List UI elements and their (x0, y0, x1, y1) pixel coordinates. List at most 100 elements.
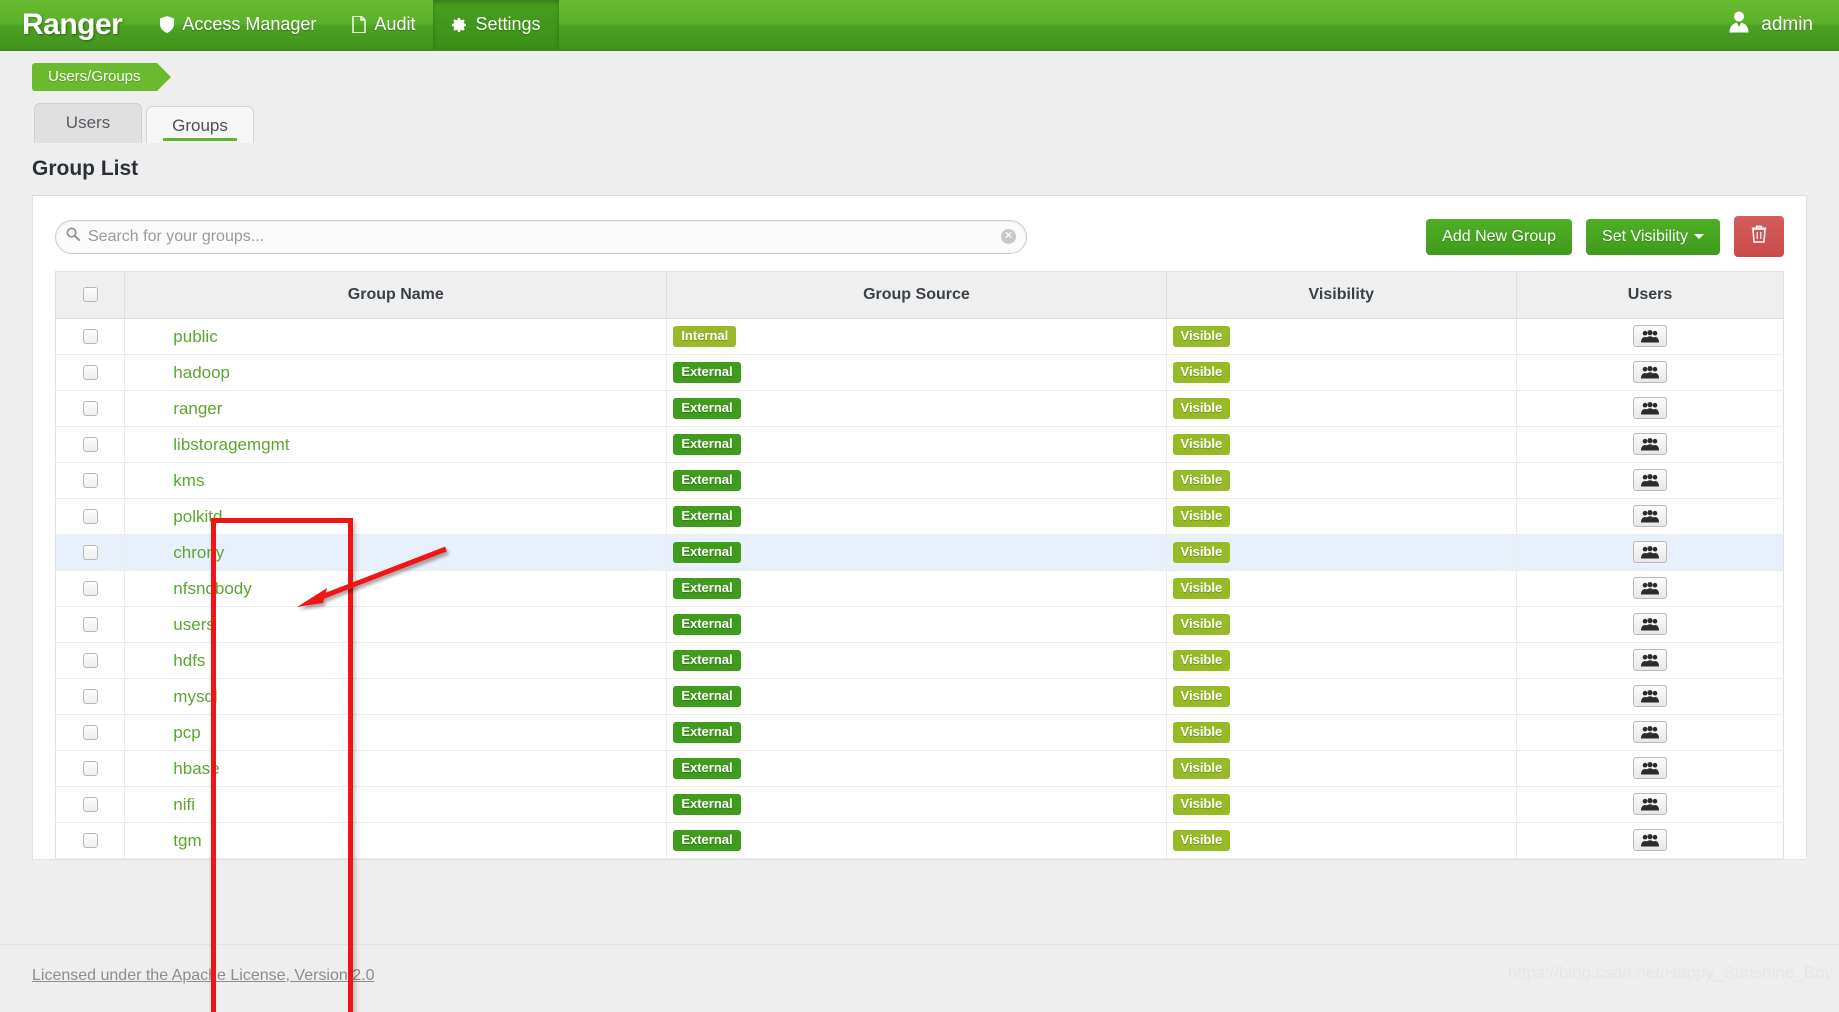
cell-visibility: Visible (1166, 822, 1518, 859)
search-icon (66, 227, 80, 246)
row-checkbox[interactable] (82, 832, 98, 848)
user-menu[interactable]: admin (1709, 0, 1839, 49)
row-select-cell (55, 354, 126, 391)
group-name-link[interactable]: hbase (131, 759, 219, 778)
column-group-name[interactable]: Group Name (124, 271, 668, 319)
group-source-badge: External (673, 577, 741, 600)
page-footer: Licensed under the Apache License, Versi… (0, 944, 1839, 1012)
nav-item-audit-label: Audit (374, 14, 416, 34)
nav-item-access-manager[interactable]: Access Manager (142, 0, 334, 49)
users-group-icon[interactable] (1633, 505, 1668, 528)
users-group-icon[interactable] (1633, 577, 1668, 600)
group-name-link[interactable]: nfsnobody (131, 579, 251, 598)
row-select-cell (55, 606, 126, 643)
group-source-badge: External (673, 721, 741, 744)
group-name-link[interactable]: hdfs (131, 651, 205, 670)
group-name-link[interactable]: polkitd (131, 507, 222, 526)
select-all-checkbox[interactable] (82, 287, 98, 303)
group-name-link[interactable]: hadoop (131, 363, 230, 382)
group-name-link[interactable]: mysql (131, 687, 217, 706)
add-new-group-button[interactable]: Add New Group (1426, 218, 1573, 255)
group-name-link[interactable]: kms (131, 471, 204, 490)
row-checkbox[interactable] (82, 688, 98, 704)
group-list-panel: Search for your groups... ✕ Add New Grou… (32, 195, 1807, 1012)
row-checkbox[interactable] (82, 652, 98, 668)
tab-users[interactable]: Users (34, 103, 142, 143)
column-visibility[interactable]: Visibility (1166, 271, 1518, 319)
column-users[interactable]: Users (1516, 271, 1784, 319)
chevron-down-icon (1694, 233, 1704, 239)
table-row[interactable]: tgm External Visible (55, 822, 1784, 859)
users-group-icon[interactable] (1633, 721, 1668, 744)
groups-table: Group Name Group Source Visibility Users… (55, 271, 1784, 859)
table-row[interactable]: pcp External Visible (55, 714, 1784, 751)
row-checkbox[interactable] (82, 796, 98, 812)
search-input[interactable]: Search for your groups... ✕ (55, 219, 1027, 254)
row-checkbox[interactable] (82, 400, 98, 416)
cell-group-source: External (666, 426, 1167, 463)
cell-users (1516, 498, 1784, 535)
breadcrumb-users-groups[interactable]: Users/Groups (32, 63, 171, 91)
table-row[interactable]: public Internal Visible (55, 318, 1784, 355)
license-link[interactable]: Licensed under the Apache License, Versi… (32, 967, 374, 985)
users-group-icon[interactable] (1633, 793, 1668, 816)
row-checkbox[interactable] (82, 508, 98, 524)
cell-group-source: External (666, 390, 1167, 427)
table-row[interactable]: hdfs External Visible (55, 642, 1784, 679)
group-name-link[interactable]: libstoragemgmt (131, 435, 289, 454)
table-row[interactable]: ranger External Visible (55, 390, 1784, 427)
table-row[interactable]: nfsnobody External Visible (55, 570, 1784, 607)
set-visibility-button[interactable]: Set Visibility (1586, 218, 1720, 255)
table-row[interactable]: hbase External Visible (55, 750, 1784, 787)
table-row[interactable]: libstoragemgmt External Visible (55, 426, 1784, 463)
row-checkbox[interactable] (82, 760, 98, 776)
tab-groups[interactable]: Groups (146, 106, 254, 143)
row-checkbox[interactable] (82, 580, 98, 596)
table-row[interactable]: mysql External Visible (55, 678, 1784, 715)
cell-visibility: Visible (1166, 462, 1518, 499)
users-group-icon[interactable] (1633, 469, 1668, 492)
users-group-icon[interactable] (1633, 829, 1668, 852)
row-checkbox[interactable] (82, 544, 98, 560)
row-checkbox[interactable] (82, 724, 98, 740)
column-group-source[interactable]: Group Source (666, 271, 1167, 319)
group-name-link[interactable]: chrony (131, 543, 224, 562)
clear-circle-icon[interactable]: ✕ (1001, 229, 1016, 244)
table-row[interactable]: polkitd External Visible (55, 498, 1784, 535)
row-checkbox[interactable] (82, 328, 98, 344)
cell-group-source: External (666, 498, 1167, 535)
group-name-link[interactable]: public (131, 327, 217, 346)
users-group-icon[interactable] (1633, 685, 1668, 708)
users-group-icon[interactable] (1633, 541, 1668, 564)
group-name-link[interactable]: pcp (131, 723, 200, 742)
nav-item-settings[interactable]: Settings (433, 0, 559, 49)
users-group-icon[interactable] (1633, 397, 1668, 420)
users-group-icon[interactable] (1633, 613, 1668, 636)
table-row[interactable]: hadoop External Visible (55, 354, 1784, 391)
row-checkbox[interactable] (82, 616, 98, 632)
group-name-link[interactable]: users (131, 615, 215, 634)
row-checkbox[interactable] (82, 472, 98, 488)
table-row[interactable]: users External Visible (55, 606, 1784, 643)
cell-group-name: hbase (124, 750, 668, 787)
users-group-icon[interactable] (1633, 757, 1668, 780)
row-checkbox[interactable] (82, 436, 98, 452)
row-checkbox[interactable] (82, 364, 98, 380)
delete-button[interactable] (1734, 216, 1784, 257)
nav-item-audit[interactable]: Audit (334, 0, 433, 49)
table-row[interactable]: nifi External Visible (55, 786, 1784, 823)
visibility-badge: Visible (1172, 829, 1231, 852)
app-logo[interactable]: Ranger (0, 0, 142, 49)
group-name-link[interactable]: tgm (131, 831, 201, 850)
users-group-icon[interactable] (1633, 649, 1668, 672)
nav-item-access-manager-label: Access Manager (182, 14, 317, 34)
visibility-badge: Visible (1172, 649, 1231, 672)
users-group-icon[interactable] (1633, 361, 1668, 384)
group-name-link[interactable]: ranger (131, 399, 222, 418)
table-row[interactable]: chrony External Visible (55, 534, 1784, 571)
group-name-link[interactable]: nifi (131, 795, 195, 814)
users-group-icon[interactable] (1633, 433, 1668, 456)
users-group-icon[interactable] (1633, 325, 1668, 348)
cell-users (1516, 750, 1784, 787)
table-row[interactable]: kms External Visible (55, 462, 1784, 499)
